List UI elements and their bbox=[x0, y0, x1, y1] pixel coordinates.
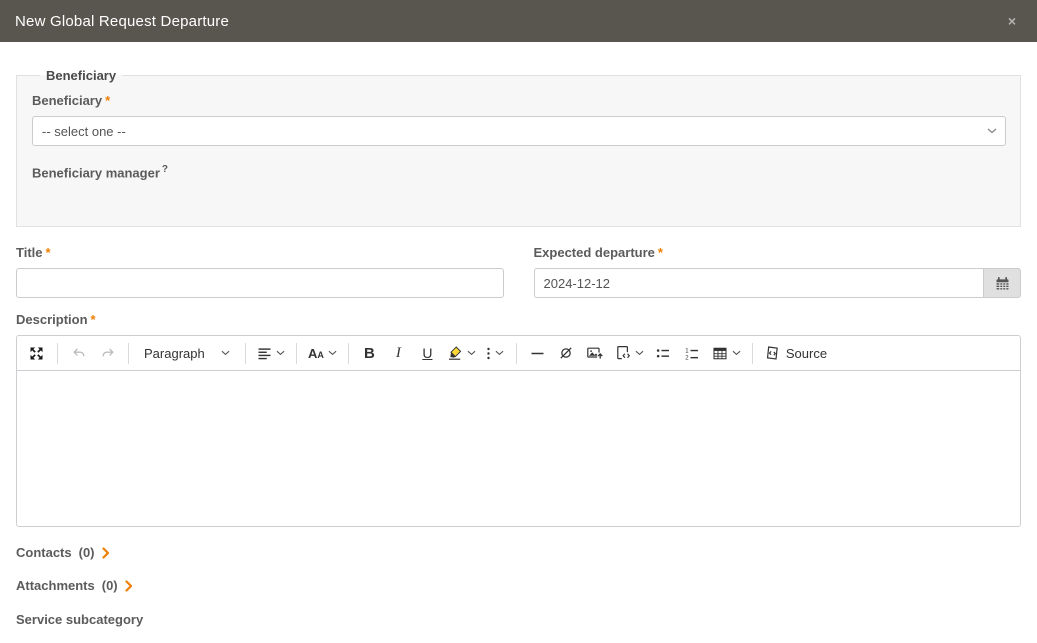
expected-departure-field: Expected departure* bbox=[534, 245, 1022, 298]
required-asterisk: * bbox=[105, 93, 110, 108]
link-icon[interactable] bbox=[553, 340, 580, 367]
beneficiary-legend: Beneficiary bbox=[40, 68, 122, 83]
source-button[interactable]: Source bbox=[760, 340, 831, 367]
chevron-down-icon bbox=[221, 350, 230, 356]
toolbar-separator bbox=[128, 343, 129, 364]
toolbar-separator bbox=[245, 343, 246, 364]
modal-body: Beneficiary Beneficiary* -- select one -… bbox=[0, 42, 1037, 643]
text-alignment-icon[interactable] bbox=[253, 340, 289, 367]
calendar-button[interactable] bbox=[983, 268, 1021, 298]
redo-icon[interactable] bbox=[94, 340, 121, 367]
editor-toolbar: Paragraph AA bbox=[17, 336, 1020, 371]
toolbar-separator bbox=[516, 343, 517, 364]
description-label: Description* bbox=[16, 312, 1021, 327]
chevron-down-icon bbox=[635, 350, 644, 356]
expected-departure-input[interactable] bbox=[534, 268, 984, 298]
required-asterisk: * bbox=[91, 312, 96, 327]
attachments-section-toggle[interactable]: Attachments (0) bbox=[16, 578, 133, 593]
modal-title: New Global Request Departure bbox=[15, 13, 229, 30]
close-icon[interactable]: × bbox=[1002, 12, 1022, 30]
beneficiary-select[interactable]: -- select one -- bbox=[32, 116, 1006, 146]
beneficiary-manager-label: Beneficiary manager? bbox=[32, 164, 1006, 180]
modal-header: New Global Request Departure × bbox=[0, 0, 1037, 42]
beneficiary-field: Beneficiary* -- select one -- bbox=[32, 93, 1006, 146]
toolbar-separator bbox=[296, 343, 297, 364]
highlight-icon[interactable] bbox=[443, 340, 480, 367]
chevron-down-icon bbox=[467, 350, 476, 356]
heading-dropdown[interactable]: Paragraph bbox=[136, 340, 238, 367]
contacts-section-toggle[interactable]: Contacts (0) bbox=[16, 545, 110, 560]
chevron-down-icon bbox=[328, 350, 337, 356]
title-label: Title* bbox=[16, 245, 504, 260]
help-question-mark: ? bbox=[162, 164, 168, 175]
chevron-right-icon bbox=[125, 580, 133, 592]
toolbar-separator bbox=[57, 343, 58, 364]
bulleted-list-icon[interactable] bbox=[650, 340, 677, 367]
svg-text:2: 2 bbox=[686, 355, 690, 360]
calendar-icon bbox=[995, 276, 1010, 291]
underline-icon[interactable]: U bbox=[414, 340, 441, 367]
chevron-right-icon bbox=[102, 547, 110, 559]
insert-image-icon[interactable] bbox=[582, 340, 609, 367]
numbered-list-icon[interactable]: 1 2 bbox=[679, 340, 706, 367]
chevron-down-icon bbox=[276, 350, 285, 356]
beneficiary-fieldset: Beneficiary Beneficiary* -- select one -… bbox=[16, 68, 1021, 227]
required-asterisk: * bbox=[46, 245, 51, 260]
horizontal-line-icon[interactable] bbox=[524, 340, 551, 367]
title-departure-row: Title* Expected departure* bbox=[16, 245, 1021, 298]
title-field: Title* bbox=[16, 245, 504, 298]
chevron-down-icon bbox=[495, 350, 504, 356]
expected-departure-label: Expected departure* bbox=[534, 245, 1022, 260]
bold-icon[interactable]: B bbox=[356, 340, 383, 367]
svg-text:1: 1 bbox=[686, 348, 690, 354]
fullscreen-icon[interactable] bbox=[23, 340, 50, 367]
italic-icon[interactable]: I bbox=[385, 340, 412, 367]
title-input[interactable] bbox=[16, 268, 504, 298]
show-more-items-icon[interactable] bbox=[482, 340, 509, 367]
font-size-icon[interactable]: AA bbox=[304, 340, 341, 367]
undo-icon[interactable] bbox=[65, 340, 92, 367]
chevron-down-icon bbox=[732, 350, 741, 356]
description-field: Description* bbox=[16, 312, 1021, 527]
beneficiary-label: Beneficiary* bbox=[32, 93, 1006, 108]
toolbar-separator bbox=[348, 343, 349, 364]
insert-html-icon[interactable] bbox=[611, 340, 648, 367]
rich-text-editor: Paragraph AA bbox=[16, 335, 1021, 527]
description-editor-content[interactable] bbox=[17, 371, 1020, 526]
required-asterisk: * bbox=[658, 245, 663, 260]
toolbar-separator bbox=[752, 343, 753, 364]
source-icon bbox=[764, 345, 781, 361]
insert-table-icon[interactable] bbox=[708, 340, 745, 367]
